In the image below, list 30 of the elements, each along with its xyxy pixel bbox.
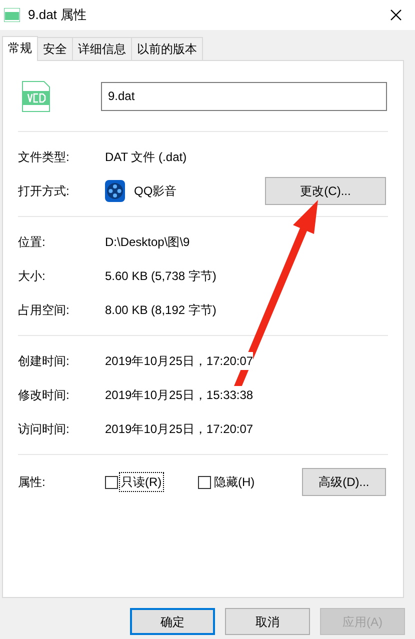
field-label: 大小: (18, 268, 46, 285)
close-icon[interactable] (390, 9, 402, 21)
checkbox-label[interactable]: 隐藏(H) (213, 473, 256, 491)
app-name: QQ影音 (134, 183, 177, 200)
field-label: 创建时间: (18, 353, 70, 370)
file-name-field[interactable]: 9.dat (101, 82, 387, 110)
field-label: 访问时间: (18, 421, 70, 438)
field-value: 2019年10月25日，17:20:07 (105, 352, 254, 370)
field-value: DAT 文件 (.dat) (105, 148, 187, 166)
field-label: 打开方式: (18, 183, 70, 200)
checkbox[interactable] (198, 476, 211, 488)
advanced-button[interactable]: 高级(D)... (302, 468, 386, 496)
field-label: 属性: (18, 474, 46, 491)
tab[interactable]: 常规 (2, 36, 38, 61)
field-value: 8.00 KB (8,192 字节) (105, 301, 216, 319)
film-reel-icon (105, 180, 125, 202)
field-label: 修改时间: (18, 387, 70, 404)
field-label: 文件类型: (18, 149, 70, 166)
checkbox[interactable] (105, 476, 118, 488)
vcd-file-icon (4, 8, 20, 22)
tab[interactable]: 以前的版本 (131, 37, 203, 60)
window-title: 9.dat 属性 (28, 6, 87, 24)
dialog-button[interactable]: 取消 (225, 608, 310, 635)
change-button[interactable]: 更改(C)... (265, 177, 386, 205)
field-label: 占用空间: (18, 302, 70, 319)
vcd-file-icon (22, 80, 50, 112)
field-value: 5.60 KB (5,738 字节) (105, 267, 216, 285)
field-label: 位置: (18, 234, 46, 251)
checkbox-label[interactable]: 只读(R) (120, 473, 163, 491)
dialog-button[interactable]: 确定 (130, 608, 215, 635)
